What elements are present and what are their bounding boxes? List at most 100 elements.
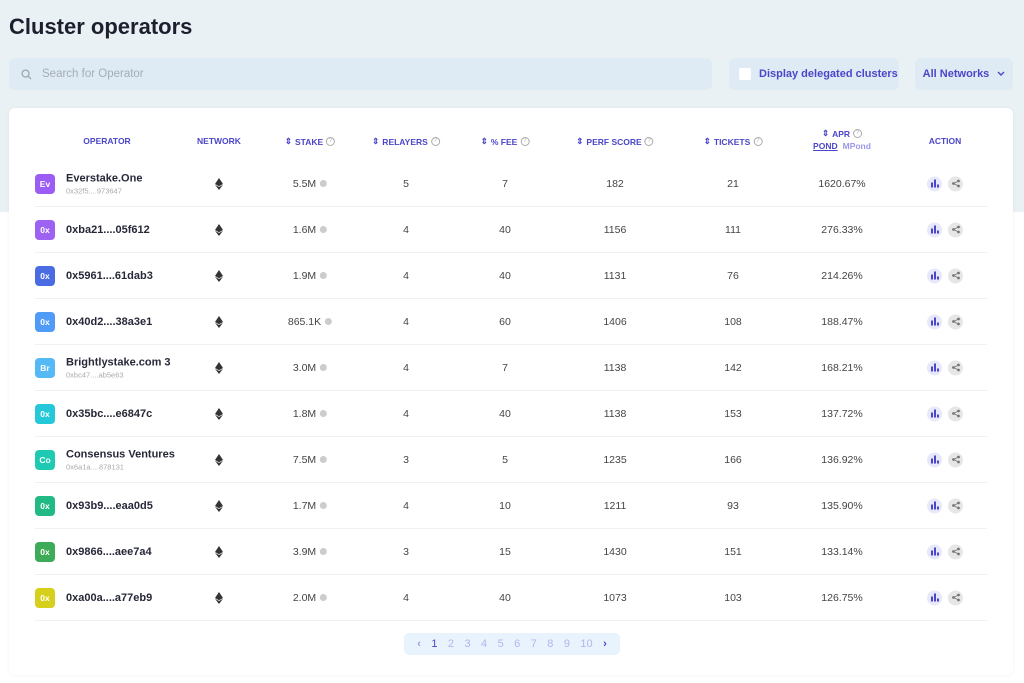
search-bar[interactable]	[9, 58, 712, 90]
page-2-button[interactable]: 2	[448, 638, 454, 650]
header-stake[interactable]: ⇕ STAKE?	[285, 136, 336, 147]
page-9-button[interactable]: 9	[564, 638, 570, 650]
header-perf-score[interactable]: ⇕ PERF SCORE?	[576, 136, 654, 147]
share-button[interactable]	[948, 176, 963, 191]
next-page-button[interactable]: ›	[603, 638, 607, 650]
stats-button[interactable]	[927, 452, 942, 467]
stats-button[interactable]	[927, 498, 942, 513]
help-icon[interactable]: ?	[326, 137, 336, 146]
operator-name[interactable]: Everstake.One	[66, 172, 142, 184]
tickets-cell: 93	[727, 500, 739, 512]
table-row[interactable]: Ev Everstake.One 0x32f5....973647 5.5M 5 7 18…	[35, 161, 987, 207]
operator-name-cell[interactable]: 0x35bc....e6847c	[66, 408, 152, 420]
page-8-button[interactable]: 8	[547, 638, 553, 650]
header-label: STAKE	[294, 136, 324, 147]
pond-token-icon	[320, 364, 328, 371]
page-1-button[interactable]: 1	[431, 638, 437, 650]
operator-avatar: 0x	[35, 541, 55, 562]
page-6-button[interactable]: 6	[514, 638, 520, 650]
header-apr[interactable]: ⇕ APR? POND MPond	[813, 128, 871, 151]
stats-button[interactable]	[927, 314, 942, 329]
network-dropdown[interactable]: All Networks	[915, 58, 1013, 90]
prev-page-button[interactable]: ‹	[417, 638, 421, 650]
apr-value: 276.33%	[821, 223, 863, 236]
stats-button[interactable]	[927, 590, 942, 605]
table-row[interactable]: 0x 0x9866....aee7a4 3.9M 3 15 1430 151 133.14%	[35, 529, 987, 575]
operator-name[interactable]: 0x9866....aee7a4	[66, 546, 152, 558]
operator-name-cell[interactable]: 0x9866....aee7a4	[66, 546, 152, 558]
table-row[interactable]: 0x 0x93b9....eaa0d5 1.7M 4 10 1211 93 135.90%	[35, 483, 987, 529]
table-row[interactable]: 0x 0x35bc....e6847c 1.8M 4 40 1138 153 137.72%	[35, 391, 987, 437]
header-relayers[interactable]: ⇕ RELAYERS?	[372, 136, 440, 147]
page-4-button[interactable]: 4	[481, 638, 487, 650]
operator-name[interactable]: 0x35bc....e6847c	[66, 408, 152, 420]
help-icon[interactable]: ?	[644, 137, 654, 146]
operator-name-cell[interactable]: 0x93b9....eaa0d5	[66, 500, 153, 512]
stats-button[interactable]	[927, 268, 942, 283]
share-button[interactable]	[948, 452, 963, 467]
share-button[interactable]	[948, 222, 963, 237]
operator-avatar: 0x	[35, 311, 55, 332]
tickets-cell: 153	[724, 408, 742, 420]
help-icon[interactable]: ?	[853, 129, 863, 138]
share-button[interactable]	[948, 590, 963, 605]
relayers-value: 3	[403, 545, 409, 558]
sort-icon: ⇕	[372, 136, 380, 146]
network-dropdown-value: All Networks	[922, 68, 990, 80]
search-input[interactable]	[42, 68, 642, 80]
pond-token-icon	[320, 272, 328, 279]
header-tickets[interactable]: ⇕ TICKETS?	[704, 136, 763, 147]
share-button[interactable]	[948, 314, 963, 329]
apr-cell: 276.33%	[821, 224, 862, 236]
table-row[interactable]: 0x 0x5961....61dab3 1.9M 4 40 1131 76 214.26%	[35, 253, 987, 299]
stats-button[interactable]	[927, 176, 942, 191]
operator-name-cell[interactable]: 0x40d2....38a3e1	[66, 316, 152, 328]
page-10-button[interactable]: 10	[580, 638, 592, 650]
perf-value: 1235	[603, 453, 627, 466]
tickets-value: 21	[727, 177, 739, 190]
share-button[interactable]	[948, 544, 963, 559]
fee-cell: 40	[499, 592, 511, 604]
stats-button[interactable]	[927, 406, 942, 421]
operator-name-cell[interactable]: Consensus Ventures 0x6a1a....878131	[66, 448, 175, 471]
operator-name[interactable]: 0xa00a....a77eb9	[66, 592, 152, 604]
table-row[interactable]: 0x 0x40d2....38a3e1 865.1K 4 60 1406 108 188.4…	[35, 299, 987, 345]
operator-name-cell[interactable]: Everstake.One 0x32f5....973647	[66, 172, 142, 195]
operator-name[interactable]: 0x40d2....38a3e1	[66, 316, 152, 328]
operator-name[interactable]: 0x5961....61dab3	[66, 270, 153, 282]
operator-name[interactable]: Brightlystake.com 3	[66, 356, 171, 368]
table-row[interactable]: 0x 0xba21....05f612 1.6M 4 40 1156 111 276.33%	[35, 207, 987, 253]
header-fee[interactable]: ⇕% FEE?	[481, 136, 530, 147]
help-icon[interactable]: ?	[753, 137, 763, 146]
stats-button[interactable]	[927, 222, 942, 237]
stats-button[interactable]	[927, 544, 942, 559]
share-button[interactable]	[948, 406, 963, 421]
help-icon[interactable]: ?	[520, 137, 530, 146]
share-button[interactable]	[948, 498, 963, 513]
apr-pond-toggle[interactable]: POND	[813, 141, 838, 151]
operator-name[interactable]: 0xba21....05f612	[66, 224, 150, 236]
operator-name[interactable]: Consensus Ventures	[66, 448, 175, 460]
operator-name-cell[interactable]: 0x5961....61dab3	[66, 270, 153, 282]
table-row[interactable]: 0x 0xa00a....a77eb9 2.0M 4 40 1073 103 126.75%	[35, 575, 987, 621]
help-icon[interactable]: ?	[430, 137, 440, 146]
bar-chart-icon	[930, 409, 939, 418]
table-row[interactable]: Br Brightlystake.com 3 0xbc47....ab5e63 3.…	[35, 345, 987, 391]
operator-name-cell[interactable]: 0xba21....05f612	[66, 224, 150, 236]
stats-button[interactable]	[927, 360, 942, 375]
operator-name-cell[interactable]: 0xa00a....a77eb9	[66, 592, 152, 604]
page-3-button[interactable]: 3	[464, 638, 470, 650]
share-button[interactable]	[948, 360, 963, 375]
pond-token-icon	[320, 180, 328, 187]
page-5-button[interactable]: 5	[498, 638, 504, 650]
stake-value: 2.0M	[292, 591, 317, 604]
share-button[interactable]	[948, 268, 963, 283]
perf-value: 1138	[603, 407, 627, 420]
operator-name[interactable]: 0x93b9....eaa0d5	[66, 500, 153, 512]
operator-name-cell[interactable]: Brightlystake.com 3 0xbc47....ab5e63	[66, 356, 171, 379]
apr-mpond-toggle[interactable]: MPond	[843, 141, 871, 151]
delegated-checkbox[interactable]	[739, 68, 751, 80]
display-delegated-toggle[interactable]: Display delegated clusters	[729, 58, 899, 90]
table-row[interactable]: Co Consensus Ventures 0x6a1a....878131 7.5…	[35, 437, 987, 483]
page-7-button[interactable]: 7	[531, 638, 537, 650]
